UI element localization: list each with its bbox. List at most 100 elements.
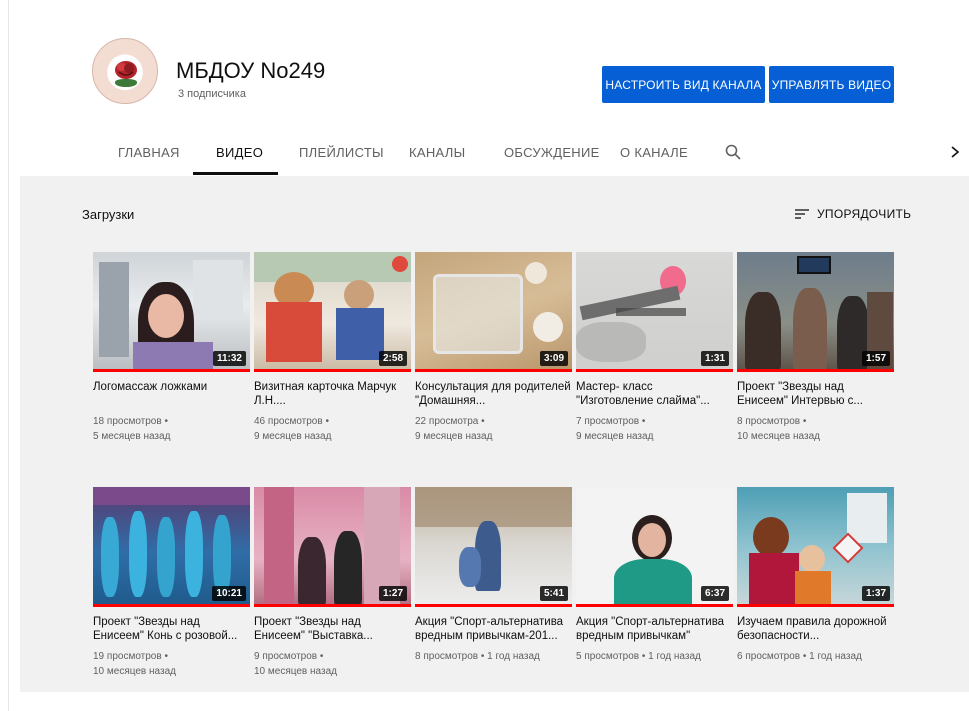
watch-progress-bar [737, 604, 894, 607]
view-count: 9 просмотров • [254, 651, 324, 662]
upload-age: 10 месяцев назад [93, 666, 176, 677]
video-meta: 22 просмотра • 9 месяцев назад [415, 414, 572, 444]
video-thumbnail[interactable]: 2:58 [254, 252, 411, 372]
video-thumbnail[interactable]: 5:41 [415, 487, 572, 607]
view-count: 8 просмотров • [737, 416, 807, 427]
video-duration: 10:21 [212, 586, 246, 601]
video-meta: 6 просмотров • 1 год назад [737, 649, 894, 664]
watch-progress-bar [254, 604, 411, 607]
view-count: 22 просмотра • [415, 416, 485, 427]
video-meta: 8 просмотров • 1 год назад [415, 649, 572, 664]
video-duration: 5:41 [539, 586, 568, 601]
video-duration: 3:09 [539, 351, 568, 366]
video-duration: 1:57 [861, 351, 890, 366]
upload-age: 9 месяцев назад [576, 431, 654, 442]
watch-progress-bar [254, 369, 411, 372]
channel-avatar[interactable] [92, 38, 158, 104]
view-count: 7 просмотров • [576, 416, 646, 427]
chevron-right-icon[interactable] [948, 143, 962, 161]
sort-icon [795, 208, 809, 220]
video-meta: 5 просмотров • 1 год назад [576, 649, 733, 664]
channel-header: МБДОУ No249 3 подписчика НАСТРОИТЬ ВИД К… [20, 6, 969, 176]
video-duration: 1:31 [700, 351, 729, 366]
video-meta: 9 просмотров • 10 месяцев назад [254, 649, 411, 679]
upload-age: 9 месяцев назад [254, 431, 332, 442]
leaf-shape [115, 79, 137, 87]
video-thumbnail[interactable]: 10:21 [93, 487, 250, 607]
rose-logo-icon [115, 61, 137, 79]
view-count: 18 просмотров • [93, 416, 168, 427]
video-thumbnail[interactable]: 1:57 [737, 252, 894, 372]
video-duration: 2:58 [378, 351, 407, 366]
watch-progress-bar [737, 369, 894, 372]
videos-section: Загрузки УПОРЯДОЧИТЬ 11:32 Логомассаж ло… [20, 176, 969, 692]
sort-button[interactable]: УПОРЯДОЧИТЬ [795, 205, 911, 223]
video-card[interactable]: 11:32 Логомассаж ложками 18 просмотров •… [93, 252, 250, 444]
video-thumbnail[interactable]: 3:09 [415, 252, 572, 372]
channel-name: МБДОУ No249 [176, 58, 326, 83]
watch-progress-bar [576, 604, 733, 607]
watch-progress-bar [415, 369, 572, 372]
section-title: Загрузки [82, 207, 135, 222]
video-duration: 1:37 [861, 586, 890, 601]
upload-age: 9 месяцев назад [415, 431, 493, 442]
video-card[interactable]: 1:31 Мастер- класс "Изготовление слайма"… [576, 252, 733, 444]
video-thumbnail[interactable]: 6:37 [576, 487, 733, 607]
video-meta: 46 просмотров • 9 месяцев назад [254, 414, 411, 444]
video-card[interactable]: 3:09 Консультация для родителей "Домашня… [415, 252, 572, 444]
watch-progress-bar [415, 604, 572, 607]
view-count: 46 просмотров • [254, 416, 329, 427]
watch-progress-bar [93, 604, 250, 607]
sort-label: УПОРЯДОЧИТЬ [817, 207, 912, 221]
video-meta: 7 просмотров • 9 месяцев назад [576, 414, 733, 444]
video-title[interactable]: Проект "Звезды над Енисеем" Конь с розов… [93, 615, 250, 643]
tab-discussion[interactable]: ОБСУЖДЕНИЕ [504, 145, 600, 160]
video-title[interactable]: Визитная карточка Марчук Л.Н.... [254, 380, 411, 408]
video-card[interactable]: 1:37 Изучаем правила дорожной безопаснос… [737, 487, 894, 664]
video-thumbnail[interactable]: 1:31 [576, 252, 733, 372]
active-tab-indicator [193, 172, 278, 175]
upload-age: 5 месяцев назад [93, 431, 171, 442]
watch-progress-bar [93, 369, 250, 372]
channel-page: МБДОУ No249 3 подписчика НАСТРОИТЬ ВИД К… [20, 6, 969, 692]
subscriber-count: 3 подписчика [178, 88, 246, 100]
video-title[interactable]: Изучаем правила дорожной безопасности... [737, 615, 894, 643]
manage-videos-button[interactable]: УПРАВЛЯТЬ ВИДЕО [769, 66, 894, 103]
channel-tabs: ГЛАВНАЯ ВИДЕО ПЛЕЙЛИСТЫ КАНАЛЫ ОБСУЖДЕНИ… [20, 131, 969, 176]
window-left-border [8, 0, 9, 711]
view-count: 5 просмотров • 1 год назад [576, 651, 701, 662]
video-thumbnail[interactable]: 1:37 [737, 487, 894, 607]
video-meta: 18 просмотров • 5 месяцев назад [93, 414, 250, 444]
video-meta: 19 просмотров • 10 месяцев назад [93, 649, 250, 679]
video-card[interactable]: 10:21 Проект "Звезды над Енисеем" Конь с… [93, 487, 250, 679]
video-title[interactable]: Акция "Спорт-альтернатива вредным привыч… [415, 615, 572, 643]
video-title[interactable]: Акция "Спорт-альтернатива вредным привыч… [576, 615, 733, 643]
video-card[interactable]: 2:58 Визитная карточка Марчук Л.Н.... 46… [254, 252, 411, 444]
video-card[interactable]: 6:37 Акция "Спорт-альтернатива вредным п… [576, 487, 733, 664]
view-count: 6 просмотров • 1 год назад [737, 651, 862, 662]
video-duration: 1:27 [378, 586, 407, 601]
video-title[interactable]: Логомассаж ложками [93, 380, 250, 408]
tab-home[interactable]: ГЛАВНАЯ [118, 145, 180, 160]
video-duration: 6:37 [700, 586, 729, 601]
upload-age: 10 месяцев назад [737, 431, 820, 442]
video-title[interactable]: Проект "Звезды над Енисеем" Интервью с..… [737, 380, 894, 408]
customize-channel-button[interactable]: НАСТРОИТЬ ВИД КАНАЛА [602, 66, 765, 103]
video-card[interactable]: 5:41 Акция "Спорт-альтернатива вредным п… [415, 487, 572, 664]
search-icon[interactable] [724, 143, 742, 161]
video-meta: 8 просмотров • 10 месяцев назад [737, 414, 894, 444]
tab-about[interactable]: О КАНАЛЕ [620, 145, 688, 160]
tab-playlists[interactable]: ПЛЕЙЛИСТЫ [299, 145, 384, 160]
video-title[interactable]: Проект "Звезды над Енисеем" "Выставка... [254, 615, 411, 643]
video-thumbnail[interactable]: 11:32 [93, 252, 250, 372]
video-thumbnail[interactable]: 1:27 [254, 487, 411, 607]
video-title[interactable]: Мастер- класс "Изготовление слайма"... [576, 380, 733, 408]
upload-age: 10 месяцев назад [254, 666, 337, 677]
video-card[interactable]: 1:27 Проект "Звезды над Енисеем" "Выстав… [254, 487, 411, 679]
video-duration: 11:32 [212, 351, 246, 366]
view-count: 8 просмотров • 1 год назад [415, 651, 540, 662]
video-title[interactable]: Консультация для родителей "Домашняя... [415, 380, 572, 408]
tab-channels[interactable]: КАНАЛЫ [409, 145, 465, 160]
tab-videos[interactable]: ВИДЕО [216, 145, 263, 160]
video-card[interactable]: 1:57 Проект "Звезды над Енисеем" Интервь… [737, 252, 894, 444]
